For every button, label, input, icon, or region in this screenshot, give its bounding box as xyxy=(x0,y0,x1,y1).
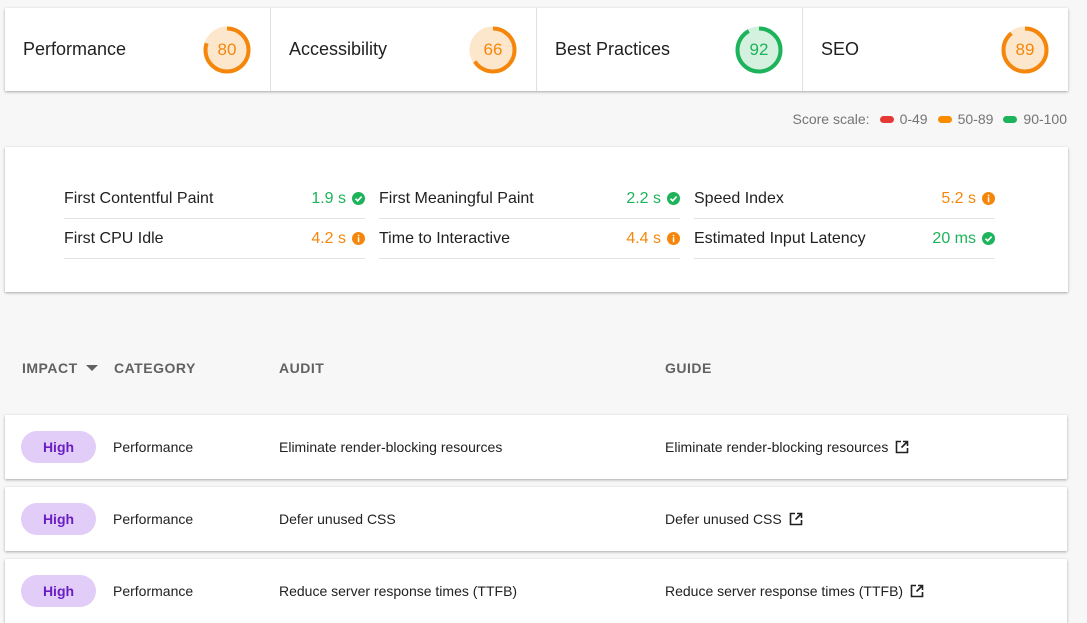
score-gauge: 80 xyxy=(202,25,252,75)
score-gauge: 92 xyxy=(734,25,784,75)
metric-first-meaningful-paint: First Meaningful Paint 2.2 s xyxy=(379,179,680,219)
score-summary: Performance 80 Accessibility 66 Best Pra… xyxy=(5,8,1068,91)
metric-first-contentful-paint: First Contentful Paint 1.9 s xyxy=(64,179,365,219)
scale-dot-pass xyxy=(1003,115,1018,123)
table-row[interactable]: High Performance Reduce server response … xyxy=(5,559,1067,623)
score-name: Best Practices xyxy=(555,39,671,59)
score-seo[interactable]: SEO 89 xyxy=(803,8,1068,91)
score-name: Performance xyxy=(23,39,127,59)
score-gauge: 66 xyxy=(468,25,518,75)
guide-link[interactable]: Reduce server response times (TTFB) xyxy=(665,559,924,623)
score-name: SEO xyxy=(821,39,860,59)
guide-link-label: Defer unused CSS xyxy=(665,511,782,527)
score-value: 66 xyxy=(483,39,503,59)
impact-badge: High xyxy=(21,503,96,535)
scale-range-pass: 90-100 xyxy=(1023,111,1067,127)
guide-link-label: Reduce server response times (TTFB) xyxy=(665,583,904,599)
score-accessibility[interactable]: Accessibility 66 xyxy=(271,8,537,91)
metric-value: 5.2 s xyxy=(941,189,976,207)
metric-value: 4.4 s xyxy=(626,229,661,247)
scale-dot-average xyxy=(937,115,952,123)
row-audit: Eliminate render-blocking resources xyxy=(279,439,503,455)
row-audit: Defer unused CSS xyxy=(279,511,396,527)
score-scale-label: Score scale: xyxy=(792,111,870,127)
scale-dot-fail xyxy=(879,115,894,123)
metric-name: Estimated Input Latency xyxy=(694,229,866,247)
row-category: Performance xyxy=(113,583,194,599)
metric-name: First Contentful Paint xyxy=(64,189,214,207)
score-value: 92 xyxy=(749,39,769,59)
check-circle-icon xyxy=(667,192,680,205)
info-circle-icon xyxy=(352,232,365,245)
external-link-icon xyxy=(910,584,924,598)
score-gauge: 89 xyxy=(1000,25,1050,75)
row-category: Performance xyxy=(113,511,194,527)
metric-time-to-interactive: Time to Interactive 4.4 s xyxy=(379,219,680,259)
impact-header-label: IMPACT xyxy=(22,360,78,376)
check-circle-icon xyxy=(352,192,365,205)
metrics-panel: First Contentful Paint 1.9 s First Meani… xyxy=(5,147,1068,292)
row-audit: Reduce server response times (TTFB) xyxy=(279,583,518,599)
guide-header: GUIDE xyxy=(665,360,712,376)
metric-value: 4.2 s xyxy=(311,229,346,247)
scale-range-average: 50-89 xyxy=(957,111,994,127)
score-performance[interactable]: Performance 80 xyxy=(5,8,271,91)
info-circle-icon xyxy=(982,192,995,205)
impact-badge: High xyxy=(21,575,96,607)
guide-link[interactable]: Defer unused CSS xyxy=(665,487,803,551)
external-link-icon xyxy=(789,512,803,526)
impact-sort-header[interactable]: IMPACT xyxy=(22,360,98,376)
metric-value: 1.9 s xyxy=(311,189,346,207)
score-scale-legend: Score scale: 0-49 50-89 90-100 xyxy=(793,111,1067,127)
scale-range-fail: 0-49 xyxy=(899,111,928,127)
category-header: CATEGORY xyxy=(114,360,196,376)
audit-table-header: IMPACT CATEGORY AUDIT GUIDE xyxy=(0,360,1087,380)
metric-name: First CPU Idle xyxy=(64,229,164,247)
metric-name: Speed Index xyxy=(694,189,784,207)
metric-name: Time to Interactive xyxy=(379,229,511,247)
metric-value: 2.2 s xyxy=(626,189,661,207)
info-circle-icon xyxy=(667,232,680,245)
external-link-icon xyxy=(896,440,909,454)
metric-estimated-input-latency: Estimated Input Latency 20 ms xyxy=(694,219,995,259)
score-value: 89 xyxy=(1015,39,1035,59)
score-value: 80 xyxy=(217,39,237,59)
impact-badge: High xyxy=(21,431,96,463)
metric-name: First Meaningful Paint xyxy=(379,189,534,207)
row-category: Performance xyxy=(113,439,194,455)
check-circle-icon xyxy=(982,232,995,245)
metric-value: 20 ms xyxy=(932,229,976,247)
guide-link[interactable]: Eliminate render-blocking resources xyxy=(665,415,909,479)
guide-link-label: Eliminate render-blocking resources xyxy=(665,439,889,455)
table-row[interactable]: High Performance Defer unused CSS Defer … xyxy=(5,487,1067,551)
audit-header: AUDIT xyxy=(279,360,325,376)
score-name: Accessibility xyxy=(289,39,388,59)
table-row[interactable]: High Performance Eliminate render-blocki… xyxy=(5,415,1067,479)
sort-caret-down-icon xyxy=(85,365,98,371)
score-best-practices[interactable]: Best Practices 92 xyxy=(537,8,803,91)
metric-speed-index: Speed Index 5.2 s xyxy=(694,179,995,219)
metric-first-cpu-idle: First CPU Idle 4.2 s xyxy=(64,219,365,259)
